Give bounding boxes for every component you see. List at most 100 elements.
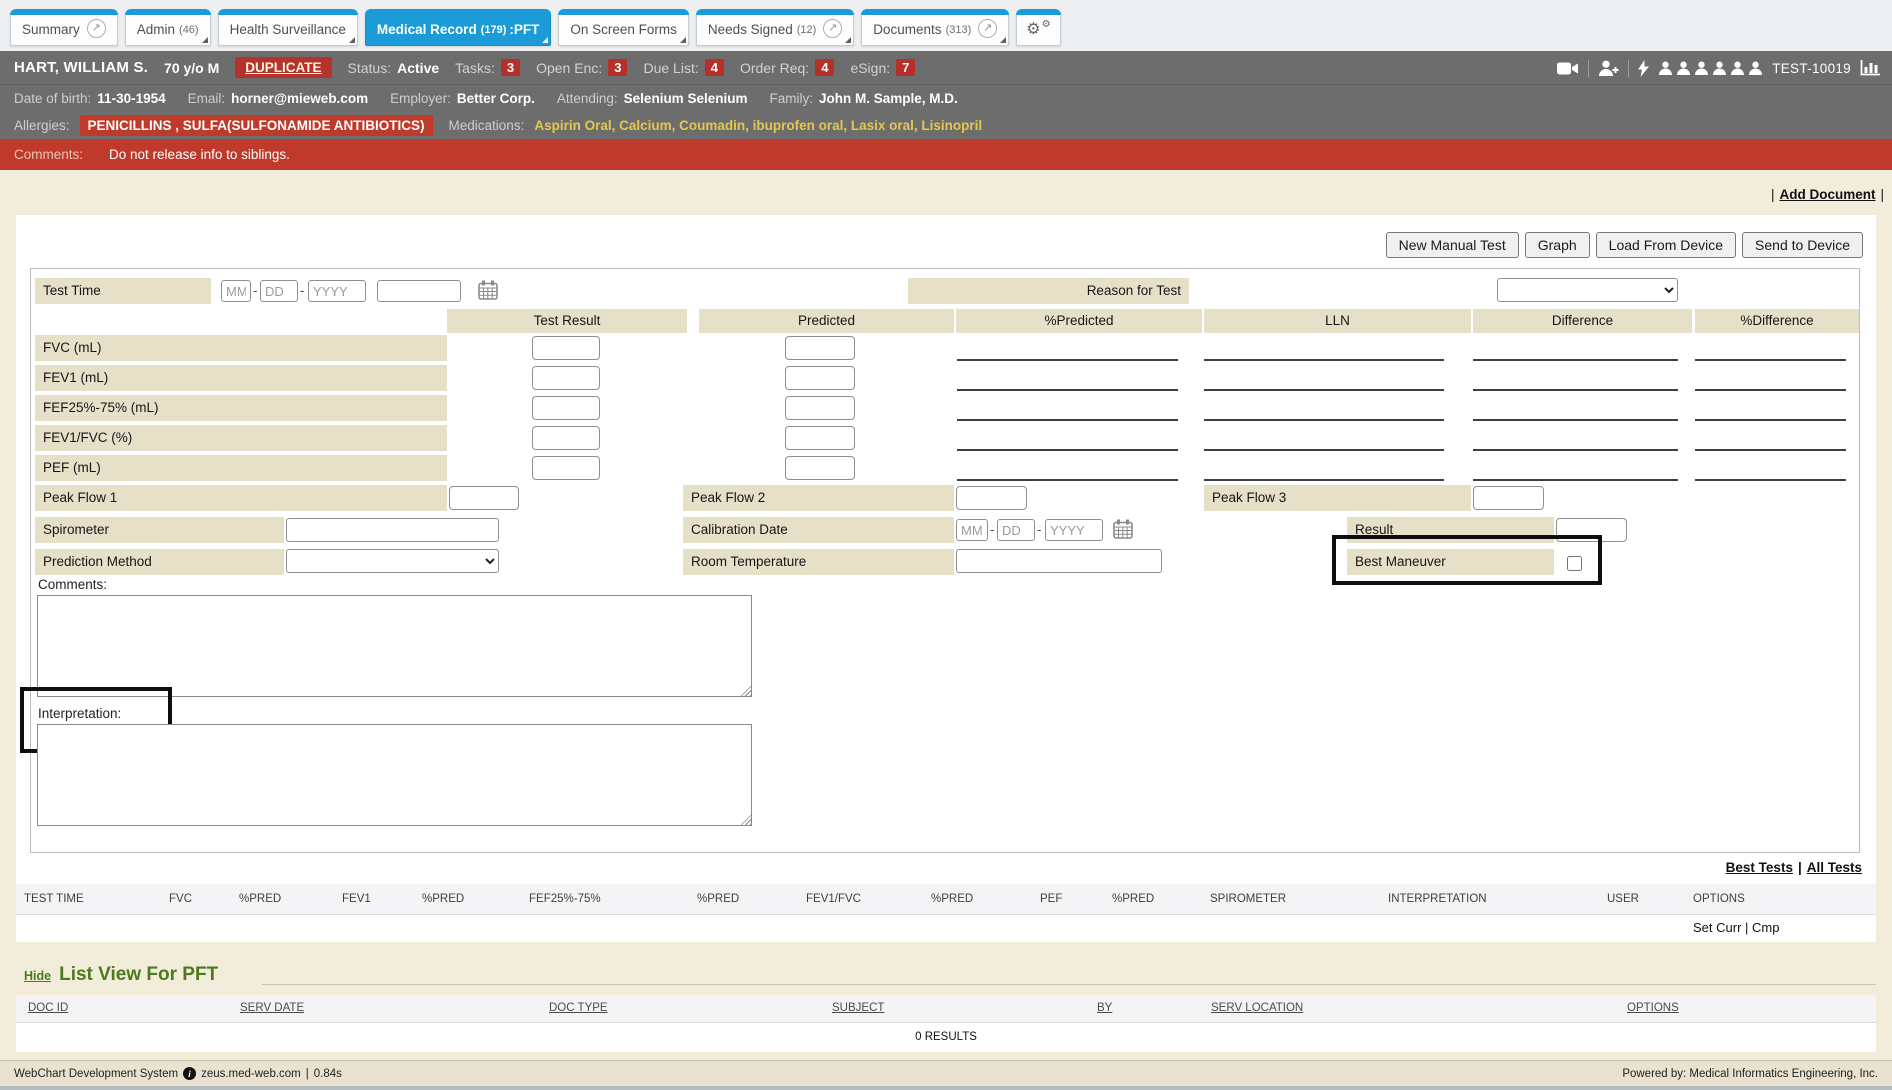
pef-test-result-input[interactable] (532, 456, 600, 480)
test-time-day-input[interactable] (260, 280, 298, 302)
open-enc-badge[interactable]: 3 (608, 59, 627, 76)
new-manual-test-button[interactable]: New Manual Test (1386, 232, 1519, 258)
fev1-fvc-predicted-input[interactable] (785, 426, 855, 450)
spirometer-input[interactable] (286, 518, 499, 542)
gear-icon: ⚙ (1042, 20, 1051, 30)
send-to-device-button[interactable]: Send to Device (1742, 232, 1863, 258)
best-maneuver-checkbox[interactable] (1567, 556, 1582, 571)
person-icon (1658, 61, 1673, 75)
test-time-month-input[interactable] (221, 280, 251, 302)
patient-header-row-1: HART, WILLIAM S. 70 y/o M DUPLICATE Stat… (0, 51, 1892, 85)
tab-admin[interactable]: Admin (46) (125, 9, 211, 46)
column-header-difference: Difference (1473, 309, 1692, 333)
patients-group-icons[interactable] (1658, 61, 1763, 75)
patient-name: HART, WILLIAM S. (14, 59, 148, 76)
column-header-lln: LLN (1204, 309, 1471, 333)
fev1-predicted-input[interactable] (785, 366, 855, 390)
form-comments-label: Comments: (38, 577, 107, 592)
due-list-badge[interactable]: 4 (705, 59, 724, 76)
test-time-year-input[interactable] (308, 280, 366, 302)
peak-flow-2-input[interactable] (956, 486, 1027, 510)
test-time-time-input[interactable] (377, 280, 461, 302)
calibration-year-input[interactable] (1045, 519, 1103, 541)
fvc-test-result-input[interactable] (532, 336, 600, 360)
row-label-pef: PEF (mL) (35, 455, 447, 481)
hide-link[interactable]: Hide (24, 969, 51, 983)
stats-chart-icon[interactable] (1860, 60, 1880, 76)
pef-difference-line (1473, 479, 1678, 481)
list-col-doc-id[interactable]: DOC ID (28, 1002, 68, 1014)
load-from-device-button[interactable]: Load From Device (1596, 232, 1736, 258)
fvc-predicted-input[interactable] (785, 336, 855, 360)
list-table-header: DOC ID SERV DATE DOC TYPE SUBJECT BY SER… (16, 995, 1876, 1023)
esign-counter[interactable]: eSign: 7 (850, 59, 915, 76)
duplicate-flag[interactable]: DUPLICATE (235, 57, 331, 78)
tab-count: (179) (481, 24, 507, 36)
comments-textarea[interactable] (37, 595, 752, 697)
row-label-fev1: FEV1 (mL) (35, 365, 447, 391)
tasks-badge[interactable]: 3 (501, 59, 520, 76)
row-label-fev1-fvc: FEV1/FVC (%) (35, 425, 447, 451)
fev1-test-result-input[interactable] (532, 366, 600, 390)
calendar-icon[interactable] (478, 280, 498, 300)
person-add-icon[interactable] (1598, 60, 1619, 76)
settings-gear-button[interactable]: ⚙ ⚙ (1016, 9, 1060, 46)
fef25-75-predicted-input[interactable] (785, 396, 855, 420)
fev1-fvc-test-result-input[interactable] (532, 426, 600, 450)
employer-field: Employer: Better Corp. (390, 91, 535, 106)
list-col-doc-type[interactable]: DOC TYPE (549, 1002, 608, 1014)
list-col-serv-location[interactable]: SERV LOCATION (1211, 1002, 1303, 1014)
graph-button[interactable]: Graph (1525, 232, 1590, 258)
add-document-link[interactable]: Add Document (1779, 187, 1875, 202)
info-icon[interactable]: i (183, 1067, 196, 1080)
lightning-icon[interactable] (1638, 60, 1649, 77)
pft-results-table: TEST TIME FVC %PRED FEV1 %PRED FEF25%-75… (16, 884, 1876, 942)
tab-bar: Summary ↗ Admin (46) Health Surveillance… (0, 0, 1892, 51)
tab-needs-signed[interactable]: Needs Signed (12) ↗ (696, 9, 854, 46)
list-col-options[interactable]: OPTIONS (1627, 1002, 1679, 1014)
pef-predicted-input[interactable] (785, 456, 855, 480)
results-col-pred4: %PRED (931, 893, 973, 905)
due-list-counter[interactable]: Due List: 4 (643, 59, 723, 76)
column-header-pct-predicted: %Predicted (956, 309, 1202, 333)
pft-form-panel: Test Time - - Reason for Test Test Resul… (30, 268, 1860, 853)
all-tests-link[interactable]: All Tests (1807, 860, 1862, 875)
calibration-day-input[interactable] (997, 519, 1035, 541)
calibration-month-input[interactable] (956, 519, 988, 541)
tab-health-surveillance[interactable]: Health Surveillance (218, 9, 358, 46)
popout-icon[interactable]: ↗ (823, 19, 842, 38)
fef25-75-test-result-input[interactable] (532, 396, 600, 420)
video-camera-icon[interactable] (1557, 61, 1579, 76)
pef-lln-line (1204, 479, 1444, 481)
room-temperature-input[interactable] (956, 549, 1162, 573)
peak-flow-1-input[interactable] (449, 486, 519, 510)
order-req-counter[interactable]: Order Req: 4 (740, 59, 834, 76)
divider (1588, 60, 1589, 77)
reason-for-test-select[interactable] (1497, 278, 1678, 302)
tasks-counter[interactable]: Tasks: 3 (455, 59, 520, 76)
pef-pct-predicted-line (957, 479, 1178, 481)
popout-icon[interactable]: ↗ (978, 19, 997, 38)
tab-medical-record[interactable]: Medical Record (179) :PFT (365, 9, 551, 46)
interpretation-textarea[interactable] (37, 724, 752, 826)
peak-flow-3-input[interactable] (1473, 486, 1544, 510)
popout-icon[interactable]: ↗ (87, 19, 106, 38)
prediction-method-select[interactable] (286, 549, 499, 573)
test-time-label: Test Time (35, 278, 211, 304)
best-tests-link[interactable]: Best Tests (1726, 860, 1793, 875)
open-enc-counter[interactable]: Open Enc: 3 (536, 59, 627, 76)
list-col-by[interactable]: BY (1097, 1002, 1112, 1014)
set-curr-cmp-links[interactable]: Set Curr | Cmp (1693, 920, 1779, 935)
prediction-method-label: Prediction Method (35, 549, 284, 575)
list-col-subject[interactable]: SUBJECT (832, 1002, 884, 1014)
tab-summary[interactable]: Summary ↗ (10, 9, 118, 46)
result-input[interactable] (1556, 518, 1627, 542)
list-col-serv-date[interactable]: SERV DATE (240, 1002, 304, 1014)
tab-on-screen-forms[interactable]: On Screen Forms (558, 9, 689, 46)
tab-documents[interactable]: Documents (313) ↗ (861, 9, 1009, 46)
result-label: Result (1347, 517, 1554, 543)
esign-badge[interactable]: 7 (896, 59, 915, 76)
order-req-badge[interactable]: 4 (815, 59, 834, 76)
calendar-icon[interactable] (1113, 519, 1133, 539)
allergies-value[interactable]: PENICILLINS , SULFA(SULFONAMIDE ANTIBIOT… (80, 115, 433, 136)
